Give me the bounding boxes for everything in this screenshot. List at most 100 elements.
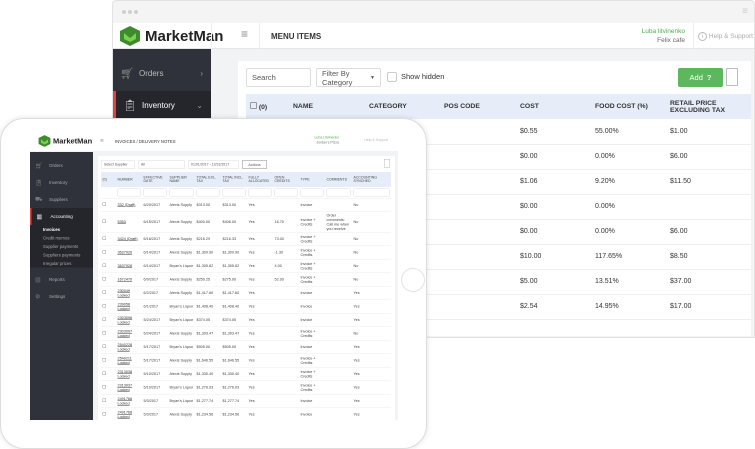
date-range-input[interactable]: 01/01/2017 - 12/31/2017: [188, 160, 239, 169]
checkbox[interactable]: [102, 371, 106, 375]
cell-number[interactable]: 2491766 Locked: [116, 394, 142, 408]
table-row[interactable]: 239058 Locked 6/1/2017 Bryan's Liquor $1,408…: [101, 299, 391, 314]
column-filter-input[interactable]: [222, 188, 246, 197]
cell-number[interactable]: 2313038 Locked: [116, 367, 142, 381]
checkbox[interactable]: [102, 317, 106, 321]
col-category[interactable]: CATEGORY: [365, 94, 440, 119]
col-retail-price[interactable]: RETAIL PRICE EXCLUDING TAX: [666, 94, 751, 119]
col-header[interactable]: SUPPLIER NAME: [168, 172, 195, 187]
col-header[interactable]: (0): [101, 172, 116, 187]
row-select-cell[interactable]: [101, 272, 116, 287]
sidebar-item-settings[interactable]: ⚙ Settings: [30, 288, 93, 305]
submenu-credit-memos[interactable]: Credit memos: [30, 233, 93, 242]
row-select-cell[interactable]: [101, 313, 116, 327]
help-support-link[interactable]: Help & Support: [364, 139, 388, 143]
row-select-cell[interactable]: [101, 340, 116, 354]
column-filter-input[interactable]: [353, 188, 390, 197]
table-row[interactable]: 2313038 Locked 5/10/2017 Alexis Supply $1,33…: [101, 367, 391, 381]
cell-number[interactable]: 3637926: [116, 245, 142, 260]
table-row[interactable]: 3637928 6/14/2017 Bryan's Liquor $1,305.82 $…: [101, 259, 391, 273]
sidebar-item-orders[interactable]: 🛒︎ Orders: [30, 157, 93, 174]
sidebar-item-accounting[interactable]: ▦ Accounting: [30, 208, 93, 225]
cell-number[interactable]: 2313037 Locked: [116, 380, 142, 395]
add-button[interactable]: Add?: [678, 68, 723, 87]
column-filter-input[interactable]: [326, 188, 351, 197]
table-row[interactable]: 230049 Locked 6/2/2017 Alexis Supply $1,417.…: [101, 286, 391, 300]
col-header[interactable]: NUMBER: [116, 172, 142, 187]
col-header[interactable]: TOTAL INCL. TAX: [221, 172, 247, 187]
table-row[interactable]: 2303096 Locked 5/24/2017 Bryan's Liquor $374…: [101, 313, 391, 327]
invoice-link[interactable]: 5353: [118, 220, 126, 225]
window-dot[interactable]: [134, 10, 138, 14]
invoice-link[interactable]: 3637926: [118, 250, 133, 255]
row-select-cell[interactable]: [101, 380, 116, 395]
help-support-link[interactable]: i Help & Support: [697, 32, 753, 41]
row-select-cell[interactable]: [101, 367, 116, 381]
sidebar-item-reports[interactable]: ▥ Reports: [30, 271, 93, 288]
row-select-cell[interactable]: [101, 211, 116, 233]
row-select-cell[interactable]: [101, 286, 116, 300]
table-row[interactable]: 2313037 Locked 5/10/2017 Bryan's Liquor $1,2…: [101, 380, 391, 395]
cell-number[interactable]: 5353: [116, 211, 142, 233]
row-select-cell[interactable]: [101, 394, 116, 408]
table-row[interactable]: 1672470 6/9/2017 Alexis Supply $250.25 $275.…: [101, 272, 391, 287]
column-filter-input[interactable]: [117, 188, 141, 197]
checkbox[interactable]: [102, 277, 106, 281]
row-select-cell[interactable]: [101, 198, 116, 212]
export-excel-icon[interactable]: [384, 159, 390, 168]
col-cost[interactable]: COST: [516, 94, 591, 119]
window-dot[interactable]: [128, 10, 132, 14]
checkbox[interactable]: [102, 412, 106, 416]
table-row[interactable]: 332 (Draft) 6/20/2017 Alexis Supply $313.00…: [101, 198, 391, 212]
menu-icon[interactable]: ≡: [742, 6, 748, 17]
submenu-suppliers-payments[interactable]: Suppliers payments: [30, 250, 93, 259]
col-header[interactable]: ACCOUNTING SYNCHED: [352, 172, 391, 187]
submenu-supplier-payments[interactable]: Supplier payments: [30, 242, 93, 251]
table-row[interactable]: 2540211 Locked 5/17/2017 Alexis Supply $1,64…: [101, 353, 391, 368]
checkbox[interactable]: [102, 344, 106, 348]
table-row[interactable]: 2491768 Locked 5/3/2017 Alexis Supply $1,234…: [101, 407, 391, 420]
column-filter-input[interactable]: [196, 188, 220, 197]
window-dot[interactable]: [122, 10, 126, 14]
cell-number[interactable]: 2491768 Locked: [116, 407, 142, 420]
hamburger-menu-icon[interactable]: ≡: [241, 27, 248, 41]
table-row[interactable]: 3424 (Draft) 6/16/2017 Alexis Supply $216.2…: [101, 232, 391, 246]
checkbox[interactable]: [102, 250, 106, 254]
checkbox[interactable]: [102, 331, 106, 335]
col-header[interactable]: TOTAL EXL. TAX: [195, 172, 221, 187]
sidebar-item-suppliers[interactable]: ⛟ Suppliers: [30, 191, 93, 208]
sidebar-item-orders[interactable]: 🛒︎ Orders ›: [113, 59, 211, 88]
checkbox[interactable]: [102, 219, 106, 223]
cell-number[interactable]: 2540228 Locked: [116, 340, 142, 354]
select-all-header[interactable]: (0): [246, 94, 289, 119]
table-row[interactable]: 2540228 Locked 5/17/2017 Bryan's Liquor $505…: [101, 340, 391, 354]
col-header[interactable]: TYPE: [299, 172, 325, 187]
sidebar-item-inventory[interactable]: 📋︎ Inventory ⌄: [113, 91, 211, 120]
checkbox[interactable]: [102, 290, 106, 294]
col-header[interactable]: OPEN CREDITS: [273, 172, 299, 187]
hamburger-menu-icon[interactable]: ≡: [100, 137, 104, 144]
column-filter-input[interactable]: [169, 188, 194, 197]
cell-number[interactable]: 3637928: [116, 259, 142, 273]
row-select-cell[interactable]: [101, 326, 116, 341]
checkbox[interactable]: [102, 398, 106, 402]
column-filter-input[interactable]: [143, 188, 167, 197]
col-food-cost[interactable]: FOOD COST (%): [591, 94, 666, 119]
row-select-cell[interactable]: [101, 299, 116, 314]
col-header[interactable]: COMMENTS: [325, 172, 352, 187]
col-header[interactable]: FULLY ALLOCATED: [247, 172, 273, 187]
cell-number[interactable]: 332 (Draft): [116, 198, 142, 212]
invoice-link[interactable]: 332 (Draft): [118, 203, 136, 208]
column-filter-input[interactable]: [274, 188, 298, 197]
checkbox[interactable]: [102, 358, 106, 362]
row-select-cell[interactable]: [101, 232, 116, 246]
cell-number[interactable]: 2540211 Locked: [116, 353, 142, 368]
row-select-cell[interactable]: [101, 245, 116, 260]
invoice-link[interactable]: 1672470: [118, 277, 133, 282]
col-pos-code[interactable]: POS CODE: [440, 94, 516, 119]
checkbox[interactable]: [102, 236, 106, 240]
submenu-irregular-prices[interactable]: Irregular prices: [30, 259, 93, 268]
submenu-invoices[interactable]: Invoices: [30, 225, 93, 234]
checkbox[interactable]: [102, 304, 106, 308]
user-name[interactable]: Luba Litvinenko: [314, 136, 339, 140]
